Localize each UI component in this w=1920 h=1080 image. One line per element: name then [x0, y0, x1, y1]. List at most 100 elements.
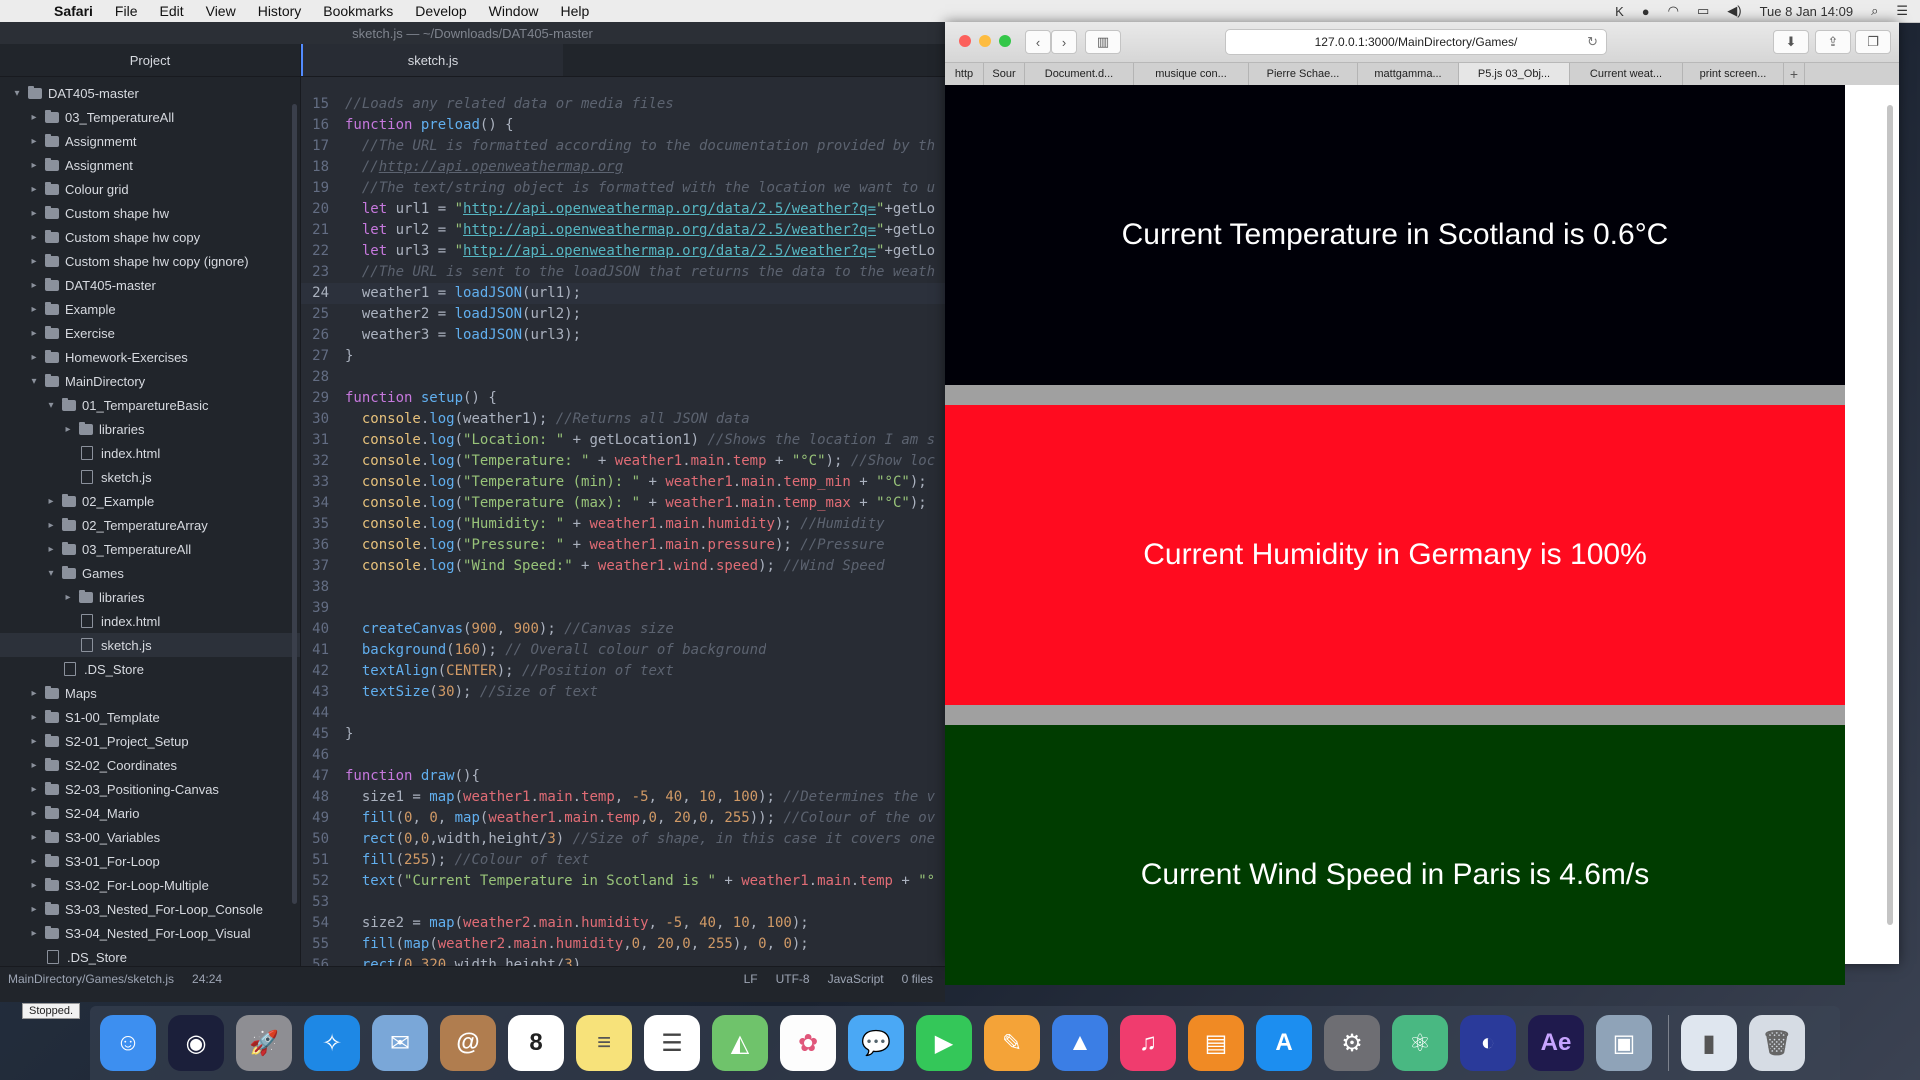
tree-folder[interactable]: ▸ S2-01_Project_Setup: [0, 729, 300, 753]
share-button[interactable]: ⇪: [1815, 30, 1851, 54]
code-line[interactable]: 54 size2 = map(weather2.main.humidity, -…: [301, 913, 945, 934]
code-line[interactable]: 19 //The text/string object is formatted…: [301, 178, 945, 199]
chevron-right-icon[interactable]: ▸: [27, 856, 41, 867]
chevron-right-icon[interactable]: ▸: [27, 136, 41, 147]
chevron-right-icon[interactable]: ▸: [44, 496, 58, 507]
code-line[interactable]: 25 weather2 = loadJSON(url2);: [301, 304, 945, 325]
menu-bookmarks[interactable]: Bookmarks: [323, 3, 393, 19]
app-status-icon[interactable]: K: [1615, 4, 1624, 19]
browser-tab[interactable]: Document.d...: [1025, 63, 1134, 85]
tree-folder[interactable]: ▸ libraries: [0, 585, 300, 609]
chevron-right-icon[interactable]: ▸: [27, 304, 41, 315]
project-header[interactable]: Project: [0, 44, 300, 77]
tree-folder[interactable]: ▸ S2-03_Positioning-Canvas: [0, 777, 300, 801]
code-line[interactable]: 24 weather1 = loadJSON(url1);: [301, 283, 945, 304]
code-line[interactable]: 49 fill(0, 0, map(weather1.main.temp,0, …: [301, 808, 945, 829]
code-line[interactable]: 38: [301, 577, 945, 598]
code-line[interactable]: 23 //The URL is sent to the loadJSON tha…: [301, 262, 945, 283]
back-button[interactable]: ‹: [1025, 30, 1051, 54]
system-preferences-icon[interactable]: ⚙: [1324, 1015, 1380, 1071]
code-line[interactable]: 48 size1 = map(weather1.main.temp, -5, 4…: [301, 787, 945, 808]
code-line[interactable]: 44: [301, 703, 945, 724]
menu-edit[interactable]: Edit: [159, 3, 183, 19]
chevron-right-icon[interactable]: ▸: [27, 760, 41, 771]
code-line[interactable]: 50 rect(0,0,width,height/3) //Size of sh…: [301, 829, 945, 850]
tree-folder[interactable]: ▸ libraries: [0, 417, 300, 441]
facetime-icon[interactable]: ▶: [916, 1015, 972, 1071]
reload-icon[interactable]: ↻: [1587, 34, 1598, 50]
volume-icon[interactable]: ◀): [1727, 3, 1741, 19]
status-grammar[interactable]: JavaScript: [828, 972, 884, 986]
tab-sketch-js[interactable]: sketch.js: [301, 44, 563, 76]
pages-icon[interactable]: ✎: [984, 1015, 1040, 1071]
code-line[interactable]: 56 rect(0,320,width,height/3): [301, 955, 945, 966]
tree-folder[interactable]: ▸ DAT405-master: [0, 273, 300, 297]
chevron-right-icon[interactable]: ▸: [27, 328, 41, 339]
chevron-right-icon[interactable]: ▸: [27, 880, 41, 891]
status-cursor-position[interactable]: 24:24: [192, 972, 222, 986]
browser-tab[interactable]: Current weat...: [1570, 63, 1683, 85]
tree-folder[interactable]: ▸ S2-02_Coordinates: [0, 753, 300, 777]
chevron-down-icon[interactable]: ▾: [10, 88, 24, 99]
code-line[interactable]: 28: [301, 367, 945, 388]
code-line[interactable]: 31 console.log("Location: " + getLocatio…: [301, 430, 945, 451]
status-line-ending[interactable]: LF: [744, 972, 758, 986]
new-tab-button[interactable]: +: [1784, 63, 1805, 85]
chevron-right-icon[interactable]: ▸: [27, 208, 41, 219]
notification-icon[interactable]: ●: [1642, 4, 1650, 19]
menu-view[interactable]: View: [206, 3, 236, 19]
code-line[interactable]: 29 function setup() {: [301, 388, 945, 409]
chevron-right-icon[interactable]: ▸: [27, 808, 41, 819]
browser-tab[interactable]: Pierre Schae...: [1249, 63, 1358, 85]
code-line[interactable]: 39: [301, 598, 945, 619]
code-line[interactable]: 15 //Loads any related data or media file…: [301, 94, 945, 115]
minimize-window-button[interactable]: [979, 35, 991, 47]
p5-canvas[interactable]: Current Temperature in Scotland is 0.6°C…: [945, 85, 1845, 985]
tree-folder[interactable]: ▸ S1-00_Template: [0, 705, 300, 729]
ibooks-icon[interactable]: ▤: [1188, 1015, 1244, 1071]
menu-window[interactable]: Window: [489, 3, 539, 19]
code-line[interactable]: 30 console.log(weather1); //Returns all …: [301, 409, 945, 430]
code-line[interactable]: 35 console.log("Humidity: " + weather1.m…: [301, 514, 945, 535]
tree-folder[interactable]: ▸ Custom shape hw: [0, 201, 300, 225]
code-area[interactable]: 15 //Loads any related data or media file…: [301, 94, 945, 966]
tree-folder[interactable]: ▸ S2-04_Mario: [0, 801, 300, 825]
archive-icon[interactable]: ▮: [1681, 1015, 1737, 1071]
after-effects-icon[interactable]: Ae: [1528, 1015, 1584, 1071]
browser-tab[interactable]: print screen...: [1683, 63, 1784, 85]
tree-folder[interactable]: ▸ Assignmemt: [0, 129, 300, 153]
tree-folder[interactable]: ▸ Maps: [0, 681, 300, 705]
chevron-right-icon[interactable]: ▸: [44, 544, 58, 555]
page-scrollbar[interactable]: [1887, 105, 1893, 925]
atom-icon[interactable]: ⚛: [1392, 1015, 1448, 1071]
sidebar-button[interactable]: ▥: [1085, 30, 1121, 54]
browser-tab[interactable]: mattgamma...: [1358, 63, 1459, 85]
tree-file[interactable]: sketch.js: [0, 465, 300, 489]
spotlight-icon[interactable]: ⌕: [1871, 3, 1878, 19]
preview-icon[interactable]: ▣: [1596, 1015, 1652, 1071]
chevron-right-icon[interactable]: ▸: [27, 112, 41, 123]
tree-folder[interactable]: ▸ 03_TemperatureAll: [0, 105, 300, 129]
chevron-right-icon[interactable]: ▸: [27, 688, 41, 699]
chevron-right-icon[interactable]: ▸: [27, 232, 41, 243]
menu-help[interactable]: Help: [560, 3, 589, 19]
code-line[interactable]: 47 function draw(){: [301, 766, 945, 787]
code-line[interactable]: 21 let url2 = "http://api.openweathermap…: [301, 220, 945, 241]
code-line[interactable]: 51 fill(255); //Colour of text: [301, 850, 945, 871]
notes-icon[interactable]: ≡: [576, 1015, 632, 1071]
notification-center-icon[interactable]: ☰: [1896, 3, 1908, 19]
chevron-down-icon[interactable]: ▾: [44, 400, 58, 411]
tree-folder[interactable]: ▸ Example: [0, 297, 300, 321]
code-line[interactable]: 43 textSize(30); //Size of text: [301, 682, 945, 703]
chevron-down-icon[interactable]: ▾: [44, 568, 58, 579]
chevron-right-icon[interactable]: ▸: [27, 832, 41, 843]
address-bar[interactable]: 127.0.0.1:3000/MainDirectory/Games/ ↻: [1225, 29, 1607, 55]
code-line[interactable]: 34 console.log("Temperature (max): " + w…: [301, 493, 945, 514]
tree-folder[interactable]: ▸ S3-03_Nested_For-Loop_Console: [0, 897, 300, 921]
safari-icon[interactable]: ✧: [304, 1015, 360, 1071]
chevron-right-icon[interactable]: ▸: [27, 280, 41, 291]
zoom-window-button[interactable]: [999, 35, 1011, 47]
tree-file[interactable]: index.html: [0, 609, 300, 633]
finder-icon[interactable]: ☺: [100, 1015, 156, 1071]
tree-folder[interactable]: ▸ Custom shape hw copy (ignore): [0, 249, 300, 273]
